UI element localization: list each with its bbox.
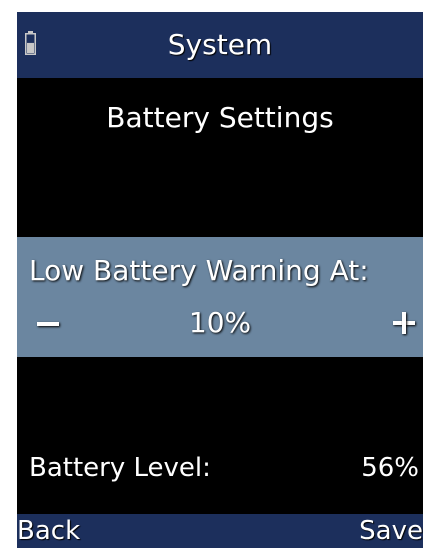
warning-threshold-value: 10% (188, 306, 252, 339)
save-button[interactable]: Save (359, 514, 423, 548)
plus-icon[interactable] (393, 312, 415, 334)
soft-key-bar: Back Save (17, 514, 423, 548)
back-button[interactable]: Back (17, 514, 80, 548)
warning-value-row: 10% (17, 305, 423, 341)
title-bar: System (17, 12, 423, 78)
low-battery-warning-label: Low Battery Warning At: (29, 254, 369, 287)
section-heading: Battery Settings (106, 101, 334, 134)
page-title: System (167, 28, 273, 61)
battery-level-value: 56% (361, 453, 419, 483)
low-battery-warning-setting[interactable]: Low Battery Warning At: 10% (17, 237, 423, 357)
device-screen: System Battery Settings Low Battery Warn… (17, 12, 423, 548)
battery-level-row: Battery Level: 56% (17, 450, 423, 486)
battery-level-label: Battery Level: (29, 453, 211, 483)
